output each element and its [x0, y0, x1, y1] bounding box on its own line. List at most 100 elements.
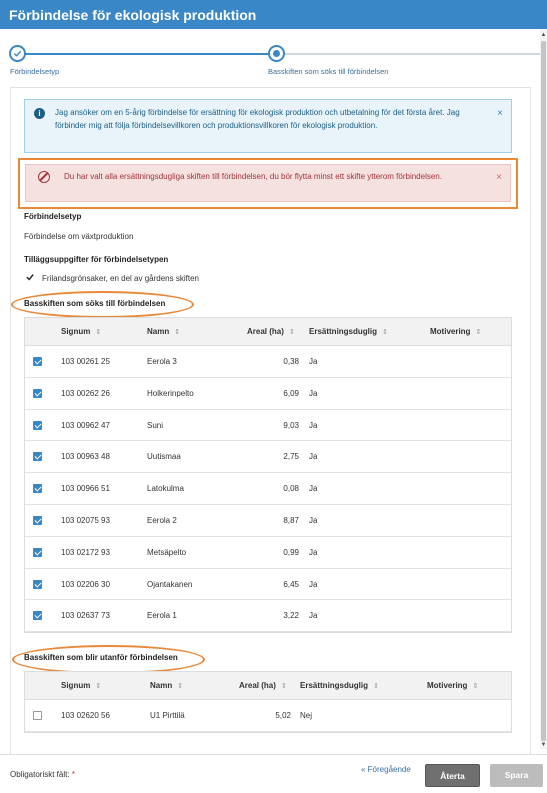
cell-name: Latokulma: [147, 484, 184, 494]
cell-eligible: Ja: [309, 515, 318, 525]
info-alert-text: Jag ansöker om en 5-årig förbindelse för…: [55, 108, 460, 130]
error-close-icon[interactable]: ×: [496, 172, 502, 185]
cell-area: 6,09: [283, 388, 299, 398]
cell-name: U1 Pirttilä: [150, 711, 185, 720]
row-checkbox[interactable]: [33, 579, 42, 589]
col-motivation[interactable]: Motivering ⇕: [427, 681, 478, 690]
sort-icon[interactable]: ⇕: [475, 329, 481, 336]
scroll-down-icon[interactable]: ▼: [540, 741, 547, 749]
cell-signum: 103 02206 30: [61, 579, 110, 589]
table-row: 103 02172 93 Metsäpelto 0,99 Ja: [25, 537, 511, 569]
cell-signum: 103 02075 93: [61, 515, 110, 525]
cell-area: 0,38: [283, 357, 299, 366]
row-checkbox[interactable]: [33, 515, 42, 525]
sort-icon[interactable]: ⇕: [95, 329, 101, 336]
col-name[interactable]: Namn ⇕: [147, 327, 180, 336]
cell-area: 9,03: [283, 420, 299, 430]
scrollbar[interactable]: ▲ ▼: [540, 29, 547, 749]
additional-item: Frilandsgrönsaker, en del av gårdens ski…: [42, 274, 199, 283]
sort-icon[interactable]: ⇕: [472, 683, 478, 690]
step-2-active-icon: [268, 45, 285, 62]
col-signum[interactable]: Signum ⇕: [61, 327, 101, 336]
step-2-label: Basskiften som söks till förbindelsen: [268, 67, 389, 76]
save-button[interactable]: Spara: [490, 764, 543, 787]
back-button[interactable]: Återta: [425, 764, 480, 787]
excluded-table-header: Signum ⇕ Namn ⇕ Areal (ha) ⇕ Ersättningsdug…: [25, 672, 511, 700]
info-icon: i: [34, 108, 45, 119]
sort-icon[interactable]: ⇕: [95, 683, 101, 690]
cell-name: Metsäpelto: [147, 547, 187, 557]
sort-icon[interactable]: ⇕: [289, 329, 295, 336]
table-row: 103 00262 26 Holkerinpelto 6,09 Ja: [25, 378, 511, 410]
row-checkbox[interactable]: [33, 388, 42, 398]
error-alert: Du har valt alla ersättningsdugliga skif…: [25, 164, 511, 202]
sort-icon[interactable]: ⇕: [177, 683, 183, 690]
cell-area: 5,02: [275, 711, 291, 720]
col-eligible[interactable]: Ersättningsduglig ⇕: [300, 681, 379, 690]
included-table-header: Signum ⇕ Namn ⇕ Areal (ha) ⇕ Ersättningsdug…: [25, 318, 511, 346]
cell-area: 6,45: [283, 579, 299, 589]
footer: Obligatoriskt fält: * « Föregående Återt…: [0, 754, 547, 793]
cell-signum: 103 00963 48: [61, 452, 110, 462]
cell-signum: 103 00262 26: [61, 388, 110, 398]
excluded-table: Signum ⇕ Namn ⇕ Areal (ha) ⇕ Ersättningsdug…: [24, 671, 512, 733]
cell-signum: 103 00962 47: [61, 420, 110, 430]
col-area[interactable]: Areal (ha) ⇕: [239, 681, 287, 690]
cell-eligible: Ja: [309, 547, 318, 557]
previous-link[interactable]: « Föregående: [361, 765, 411, 774]
row-checkbox[interactable]: [33, 452, 42, 462]
col-area[interactable]: Areal (ha) ⇕: [247, 327, 295, 336]
checkmark-icon: [26, 273, 34, 283]
cell-eligible: Ja: [309, 579, 318, 589]
cell-area: 0,08: [283, 484, 299, 494]
cell-name: Uutismaa: [147, 452, 181, 462]
additional-heading: Tilläggsuppgifter för förbindelsetypen: [24, 255, 169, 264]
col-name[interactable]: Namn ⇕: [150, 681, 183, 690]
cell-area: 2,75: [283, 452, 299, 462]
cell-eligible: Ja: [309, 420, 318, 430]
sort-icon[interactable]: ⇕: [174, 329, 180, 336]
sort-icon[interactable]: ⇕: [281, 683, 287, 690]
row-checkbox[interactable]: [33, 711, 42, 720]
error-alert-text: Du har valt alla ersättningsdugliga skif…: [64, 172, 442, 181]
cell-signum: 103 00966 51: [61, 484, 110, 494]
cell-eligible: Ja: [309, 357, 318, 366]
row-checkbox[interactable]: [33, 484, 42, 494]
cell-eligible: Ja: [309, 611, 318, 621]
row-checkbox[interactable]: [33, 611, 42, 621]
included-table: Signum ⇕ Namn ⇕ Areal (ha) ⇕ Ersättningsdug…: [24, 317, 512, 634]
row-checkbox[interactable]: [33, 547, 42, 557]
excluded-heading: Basskiften som blir utanför förbindelsen: [24, 653, 178, 662]
cell-name: Eerola 3: [147, 357, 177, 366]
cell-name: Eerola 1: [147, 611, 177, 621]
table-row: 103 00963 48 Uutismaa 2,75 Ja: [25, 441, 511, 474]
cell-eligible: Nej: [300, 711, 313, 720]
sort-icon[interactable]: ⇕: [373, 683, 379, 690]
step-1-label[interactable]: Förbindelsetyp: [10, 67, 59, 76]
col-eligible[interactable]: Ersättningsduglig ⇕: [309, 327, 388, 336]
scroll-thumb[interactable]: [541, 41, 546, 741]
table-row: 103 00966 51 Latokulma 0,08 Ja: [25, 473, 511, 505]
col-motivation[interactable]: Motivering ⇕: [430, 327, 481, 336]
row-checkbox[interactable]: [33, 420, 42, 430]
row-checkbox[interactable]: [33, 357, 42, 366]
step-connector-done: [22, 53, 268, 55]
cell-signum: 103 02637 73: [61, 611, 110, 621]
cell-name: Suni: [147, 420, 164, 430]
info-close-icon[interactable]: ×: [497, 108, 503, 121]
scroll-up-icon[interactable]: ▲: [540, 31, 547, 39]
col-signum[interactable]: Signum ⇕: [61, 681, 101, 690]
cell-signum: 103 02620 56: [61, 711, 110, 720]
cell-signum: 103 00261 25: [61, 357, 110, 366]
cell-signum: 103 02172 93: [61, 547, 110, 557]
commitment-type-value: Förbindelse om växtproduktion: [24, 232, 134, 241]
stepper: Förbindelsetyp Basskiften som söks till …: [0, 29, 547, 79]
commitment-type-heading: Förbindelsetyp: [24, 212, 82, 221]
table-row: 103 02637 73 Eerola 1 3,22 Ja: [25, 600, 511, 633]
table-row: 103 02075 93 Eerola 2 8,87 Ja: [25, 505, 511, 537]
table-row: 103 00261 25 Eerola 3 0,38 Ja: [25, 346, 511, 378]
step-1-check-icon[interactable]: [9, 45, 26, 62]
info-alert: i Jag ansöker om en 5-årig förbindelse f…: [24, 99, 512, 153]
sort-icon[interactable]: ⇕: [382, 329, 388, 336]
table-row: 103 00962 47 Suni 9,03 Ja: [25, 410, 511, 442]
